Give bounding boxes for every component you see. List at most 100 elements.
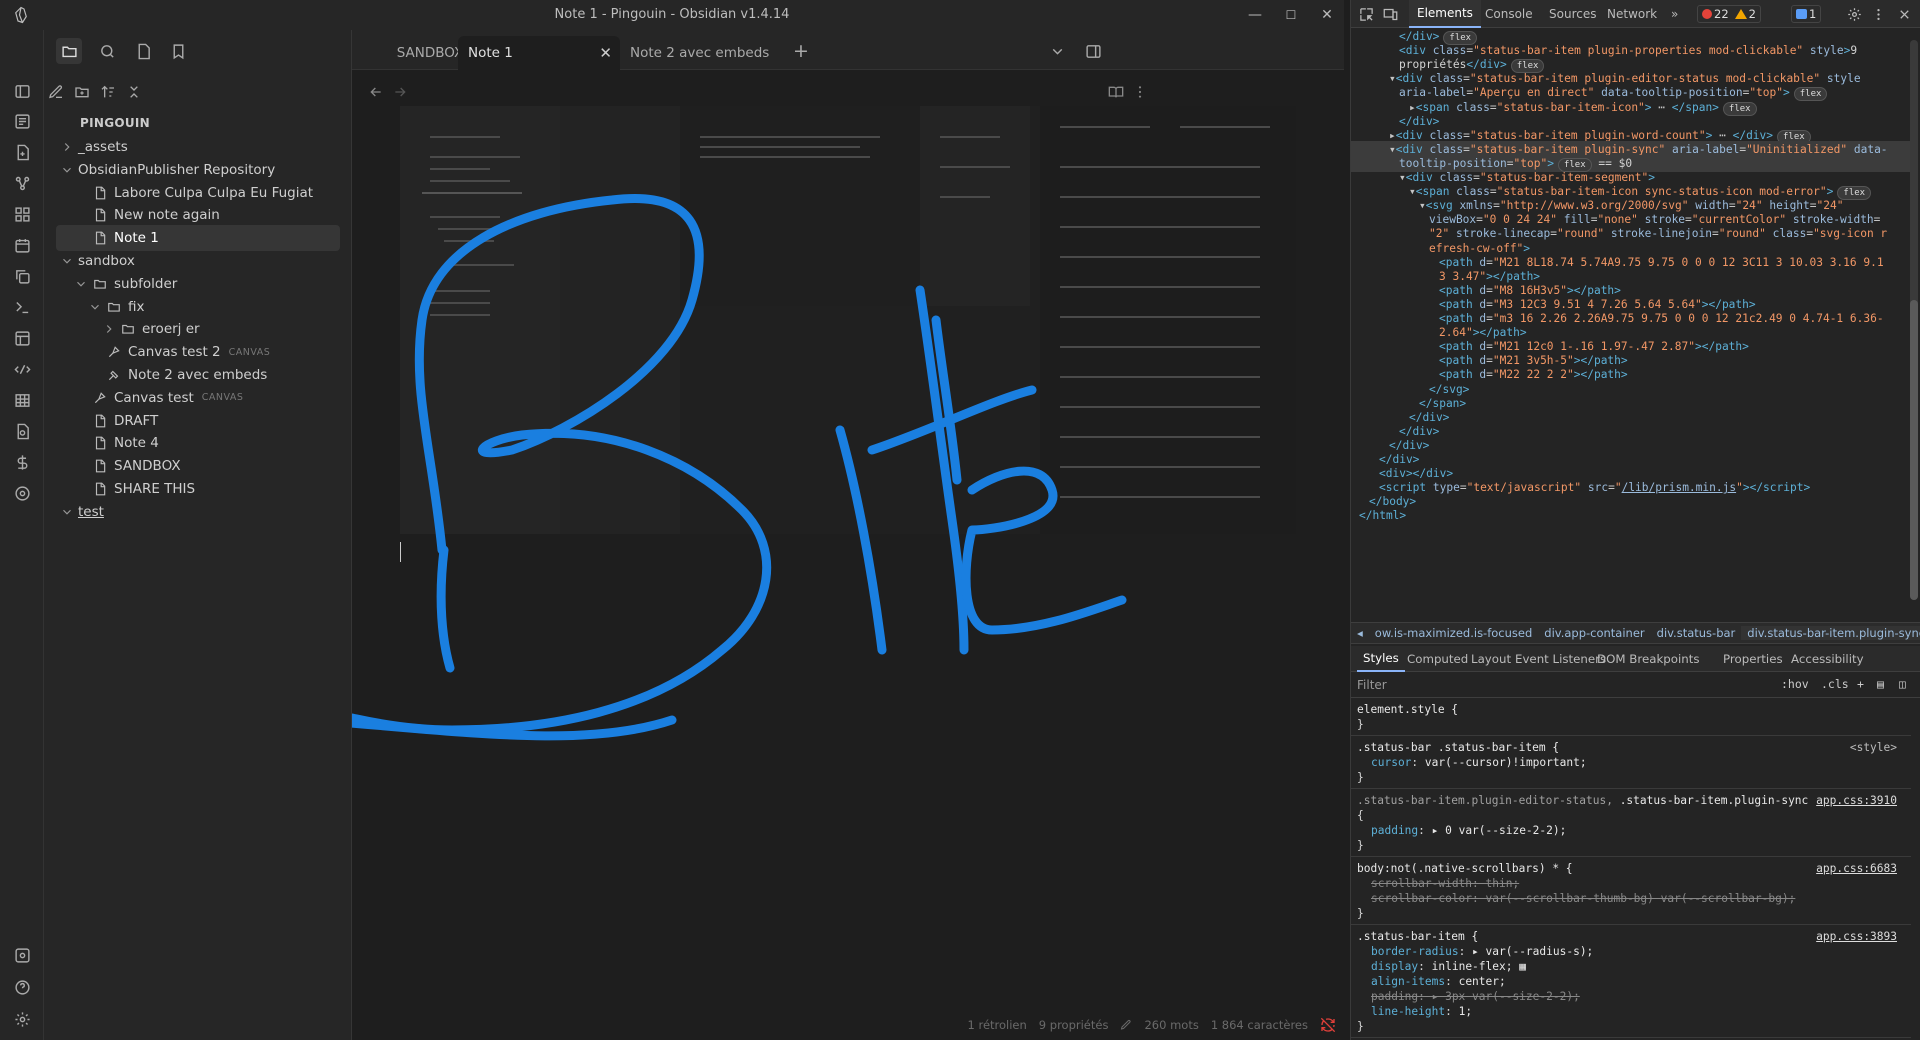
vault-switcher-icon[interactable] bbox=[11, 944, 33, 966]
search-tab-icon[interactable] bbox=[94, 38, 120, 64]
files-tab-folder-icon[interactable] bbox=[56, 38, 82, 64]
stylesheet-source-link[interactable]: app.css:6683 bbox=[1816, 861, 1897, 876]
css-declaration[interactable]: border-radius: ▸ var(--radius-s); bbox=[1351, 944, 1911, 959]
sync-error-icon[interactable] bbox=[1320, 1017, 1336, 1033]
close-devtools-icon[interactable] bbox=[1895, 5, 1913, 23]
css-selector[interactable]: .status-bar-item {app.css:3893 bbox=[1351, 929, 1911, 944]
maximize-button[interactable]: ☐ bbox=[1276, 4, 1306, 26]
graph-view-icon[interactable] bbox=[11, 172, 33, 194]
dom-node-line[interactable]: </html> bbox=[1351, 507, 1911, 524]
css-selector[interactable]: body:not(.native-scrollbars) * {app.css:… bbox=[1351, 861, 1911, 876]
percent-code-icon[interactable] bbox=[11, 358, 33, 380]
copy-icon[interactable] bbox=[11, 265, 33, 287]
right-sidebar-toggle-icon[interactable] bbox=[1082, 40, 1104, 62]
publish-icon[interactable] bbox=[11, 482, 33, 504]
css-declaration[interactable]: line-height: 1; bbox=[1351, 1004, 1911, 1019]
collapse-all-icon[interactable] bbox=[122, 80, 146, 104]
new-note-icon[interactable] bbox=[44, 80, 68, 104]
stylesheet-source-link[interactable]: <style> bbox=[1850, 740, 1897, 755]
tab-note-2-avec-embeds[interactable]: Note 2 avec embeds bbox=[620, 36, 786, 70]
breadcrumb-item[interactable]: ow.is-maximized.is-focused bbox=[1369, 626, 1539, 640]
styles-filter-input[interactable] bbox=[1357, 676, 1737, 694]
tab-note-1[interactable]: Note 1 ✕ bbox=[458, 36, 620, 70]
new-tab-button[interactable]: + bbox=[790, 40, 812, 62]
minimize-button[interactable]: — bbox=[1240, 4, 1270, 26]
stylesheet-source-link[interactable]: app.css:3893 bbox=[1816, 929, 1897, 944]
vault-name[interactable]: PINGOUIN bbox=[80, 116, 150, 130]
breadcrumb-item[interactable]: div.status-bar-item.plugin-sync bbox=[1741, 626, 1920, 640]
dom-tree[interactable]: </div> flex <div class="status-bar-item pl… bbox=[1351, 28, 1920, 622]
css-declaration[interactable]: display: inline-flex; ▦ bbox=[1351, 959, 1911, 974]
messages-badge[interactable]: 1 bbox=[1791, 5, 1822, 23]
more-options-icon[interactable] bbox=[1130, 82, 1150, 102]
add-rule-icon[interactable]: + bbox=[1857, 677, 1864, 691]
chevron-right-icon[interactable] bbox=[60, 140, 74, 154]
chevron-down-icon[interactable] bbox=[60, 505, 74, 519]
reading-view-icon[interactable] bbox=[1106, 82, 1126, 102]
canvas-icon[interactable] bbox=[11, 203, 33, 225]
chevron-right-icon[interactable] bbox=[102, 322, 116, 336]
daily-note-icon[interactable] bbox=[11, 234, 33, 256]
chevron-down-icon[interactable] bbox=[74, 277, 88, 291]
more-tabs-button[interactable]: » bbox=[1663, 0, 1686, 28]
css-declaration[interactable]: cursor: var(--cursor)!important; bbox=[1351, 755, 1911, 770]
tab-elements[interactable]: Elements bbox=[1409, 0, 1481, 28]
tab-sources[interactable]: Sources bbox=[1541, 0, 1604, 28]
css-declaration-overridden[interactable]: scrollbar-color: var(--scrollbar-thumb-b… bbox=[1351, 891, 1911, 906]
styles-tab-styles[interactable]: Styles bbox=[1357, 646, 1405, 672]
css-declaration[interactable]: padding: ▸ 0 var(--size-2-2); bbox=[1351, 823, 1911, 838]
css-selector[interactable]: element.style { bbox=[1351, 702, 1911, 717]
file-item[interactable]: Canvas test CANVAS bbox=[56, 385, 340, 411]
dom-scrollbar-thumb[interactable] bbox=[1910, 300, 1918, 600]
css-declaration[interactable]: align-items: center; bbox=[1351, 974, 1911, 989]
folder-item[interactable]: test bbox=[56, 499, 340, 525]
chevron-down-icon[interactable] bbox=[88, 300, 102, 314]
class-toggle[interactable]: .cls bbox=[1821, 677, 1849, 691]
editor-pane[interactable]: 1 rétrolien 9 propriétés 260 mots 1 864 … bbox=[352, 70, 1344, 1040]
hover-state-toggle[interactable]: :hov bbox=[1781, 677, 1809, 691]
css-declaration-overridden[interactable]: padding: ▸ 3px var(--size-2-2); bbox=[1351, 989, 1911, 1004]
terminal-icon[interactable] bbox=[11, 296, 33, 318]
stylesheet-source-link[interactable]: app.css:3910 bbox=[1816, 793, 1897, 808]
template-icon[interactable] bbox=[11, 327, 33, 349]
css-selector[interactable]: .status-bar-item.plugin-editor-status, .… bbox=[1351, 793, 1911, 808]
css-rules[interactable]: element.style {} .status-bar .status-bar-… bbox=[1351, 698, 1920, 1040]
computed-sidebar-icon[interactable]: ◫ bbox=[1899, 677, 1906, 691]
sort-order-icon[interactable] bbox=[96, 80, 120, 104]
error-warning-badge[interactable]: 22 2 bbox=[1697, 5, 1761, 23]
css-selector[interactable]: .status-bar .status-bar-item {<style> bbox=[1351, 740, 1911, 755]
sidebar-toggle-icon[interactable] bbox=[11, 80, 33, 102]
table-icon[interactable] bbox=[11, 389, 33, 411]
dollar-icon[interactable] bbox=[11, 451, 33, 473]
new-folder-icon[interactable] bbox=[70, 80, 94, 104]
chevron-down-icon[interactable] bbox=[60, 254, 74, 268]
inspect-element-icon[interactable] bbox=[1357, 5, 1375, 23]
bookmarks-tab-icon[interactable] bbox=[165, 38, 191, 64]
pencil-icon[interactable] bbox=[1120, 1019, 1132, 1031]
device-toolbar-icon[interactable] bbox=[1381, 5, 1399, 23]
help-icon[interactable] bbox=[11, 976, 33, 998]
page-tab-icon[interactable] bbox=[130, 38, 156, 64]
breadcrumb-item[interactable]: div.app-container bbox=[1538, 626, 1650, 640]
backlinks-count[interactable]: 1 rétrolien bbox=[968, 1018, 1027, 1032]
tab-console[interactable]: Console bbox=[1477, 0, 1541, 28]
close-tab-icon[interactable]: ✕ bbox=[599, 44, 612, 62]
tab-list-chevron-icon[interactable] bbox=[1046, 40, 1068, 62]
file-import-icon[interactable] bbox=[11, 141, 33, 163]
forward-arrow-icon[interactable] bbox=[390, 82, 410, 102]
chevron-down-icon[interactable] bbox=[60, 163, 74, 177]
settings-gear-icon[interactable] bbox=[11, 1008, 33, 1030]
css-declaration-overridden[interactable]: scrollbar-width: thin; bbox=[1351, 876, 1911, 891]
styles-tab-dom-breakpoints[interactable]: DOM Breakpoints bbox=[1591, 646, 1706, 672]
breadcrumb-item[interactable]: ◂ bbox=[1351, 626, 1369, 640]
devtools-menu-icon[interactable] bbox=[1869, 5, 1887, 23]
styles-tab-properties[interactable]: Properties bbox=[1717, 646, 1789, 672]
folder-item[interactable]: subfolder bbox=[56, 271, 340, 297]
close-window-button[interactable]: ✕ bbox=[1312, 4, 1342, 26]
file-search-icon[interactable] bbox=[11, 420, 33, 442]
properties-count[interactable]: 9 propriétés bbox=[1039, 1018, 1109, 1032]
styles-tab-computed[interactable]: Computed bbox=[1401, 646, 1474, 672]
tab-network[interactable]: Network bbox=[1599, 0, 1665, 28]
breadcrumb-item[interactable]: div.status-bar bbox=[1651, 626, 1742, 640]
folder-item[interactable]: ObsidianPublisher Repository bbox=[56, 157, 340, 183]
